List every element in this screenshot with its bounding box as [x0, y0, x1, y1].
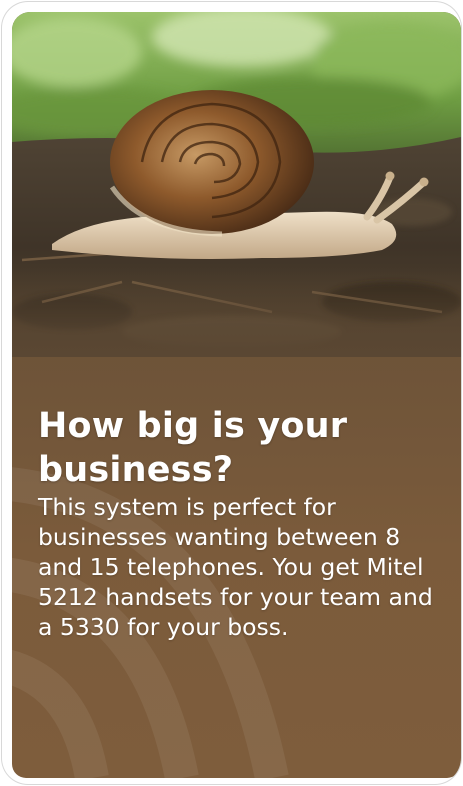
card-panel: How big is your business? This system is… [12, 12, 461, 778]
card-heading: How big is your business? [38, 406, 348, 490]
card-body: This system is perfect for businesses wa… [38, 493, 433, 641]
card-text: How big is your business? This system is… [38, 404, 450, 642]
promo-card: How big is your business? This system is… [2, 2, 461, 784]
snail-photo [12, 12, 461, 357]
